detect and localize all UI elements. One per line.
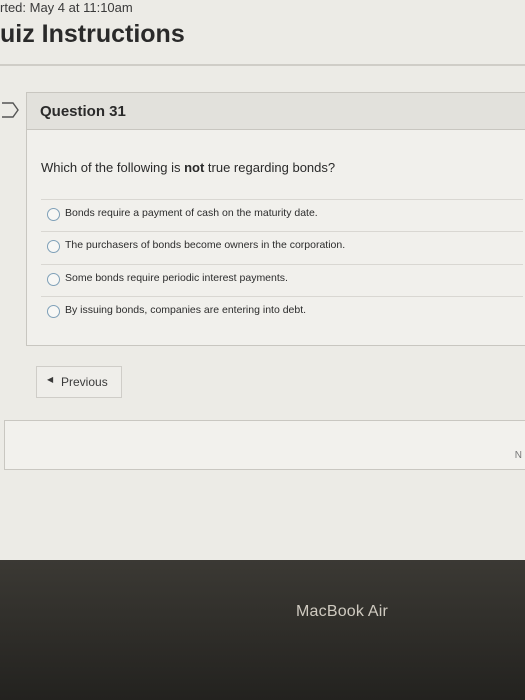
answer-option-2[interactable]: The purchasers of bonds become owners in… <box>41 231 523 262</box>
radio-button[interactable] <box>47 273 60 286</box>
question-text-emphasis: not <box>184 160 205 175</box>
answer-label: Some bonds require periodic interest pay… <box>65 272 288 284</box>
answer-option-1[interactable]: Bonds require a payment of cash on the m… <box>41 199 523 230</box>
started-timestamp: rted: May 4 at 11:10am <box>0 0 133 15</box>
question-card: Question 31 Which of the following is no… <box>2 92 525 346</box>
radio-button[interactable] <box>47 208 60 221</box>
chevron-left-icon: ◀ <box>47 375 54 384</box>
question-prompt: Which of the following is not true regar… <box>41 160 335 175</box>
device-label: MacBook Air <box>296 603 389 620</box>
question-marker-icon <box>2 102 19 118</box>
bottom-panel <box>4 420 525 470</box>
answer-option-4[interactable]: By issuing bonds, companies are entering… <box>41 296 523 327</box>
laptop-bezel <box>0 560 525 700</box>
question-text-after: true regarding bonds? <box>204 160 336 175</box>
radio-button[interactable] <box>47 305 60 318</box>
question-title: Question 31 <box>40 103 126 120</box>
previous-button[interactable]: ◀ Previous <box>36 366 122 398</box>
header-divider <box>0 64 525 66</box>
answer-label: By issuing bonds, companies are entering… <box>65 304 307 316</box>
radio-button[interactable] <box>47 240 60 253</box>
edge-glyph: N <box>514 450 522 461</box>
quiz-title: uiz Instructions <box>0 20 185 48</box>
previous-label: Previous <box>61 375 108 389</box>
question-text-before: Which of the following is <box>41 160 185 175</box>
question-header: Question 31 <box>2 93 525 130</box>
answer-label: The purchasers of bonds become owners in… <box>65 239 346 251</box>
answer-label: Bonds require a payment of cash on the m… <box>65 207 318 219</box>
quiz-screen: rted: May 4 at 11:10am uiz Instructions … <box>0 0 525 560</box>
answer-option-3[interactable]: Some bonds require periodic interest pay… <box>41 264 523 295</box>
